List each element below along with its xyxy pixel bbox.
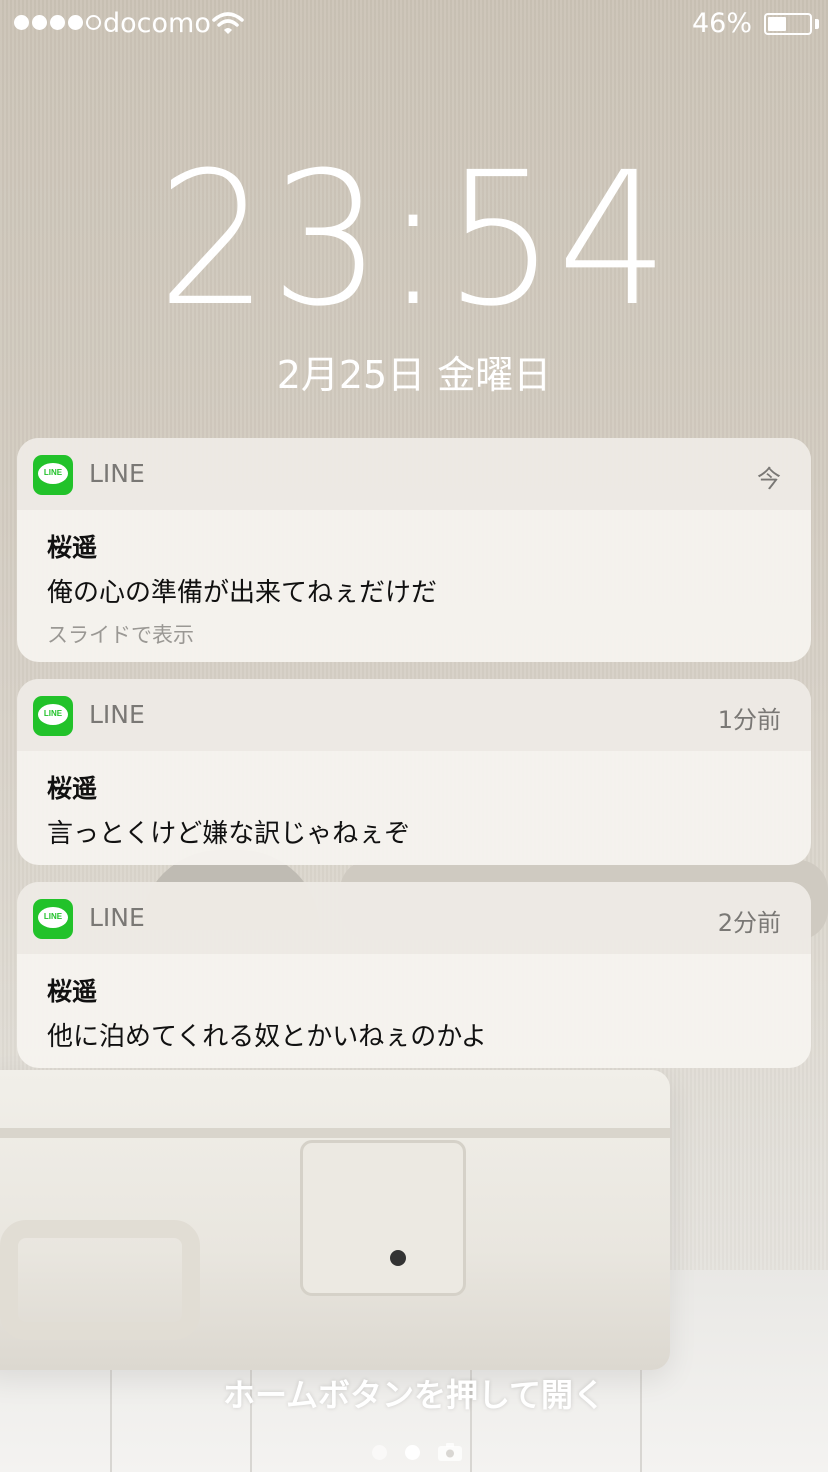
carrier-name: docomo — [103, 8, 211, 39]
page-dot[interactable] — [372, 1444, 387, 1460]
lock-time: 23:54 — [157, 133, 671, 347]
notification-header: LINE LINE 1分前 — [17, 679, 811, 751]
notification-app-name: LINE — [89, 459, 145, 488]
notification-sender: 桜遥 — [47, 977, 98, 1006]
battery-cap — [815, 19, 819, 29]
camera-icon[interactable] — [438, 1443, 462, 1461]
notification-time: 1分前 — [717, 706, 781, 734]
notification-message: 他に泊めてくれる奴とかいねぇのかよ — [47, 1022, 487, 1052]
wallpaper-suitcase — [0, 1070, 670, 1370]
page-dot-active[interactable] — [405, 1444, 420, 1460]
line-app-icon: LINE — [33, 899, 73, 939]
wifi-icon — [212, 12, 244, 34]
notification-time: 2分前 — [717, 909, 781, 937]
battery-percent: 46% — [691, 8, 752, 39]
notification-card[interactable]: LINE LINE 2分前 桜遥 他に泊めてくれる奴とかいねぇのかよ — [17, 882, 811, 1068]
notification-message: 俺の心の準備が出来てねぇだけだ — [47, 578, 438, 608]
notification-sender: 桜遥 — [47, 774, 98, 803]
notification-time: 今 — [757, 465, 781, 493]
battery-icon — [764, 13, 812, 35]
notification-message: 言っとくけど嫌な訳じゃねぇぞ — [47, 819, 411, 849]
line-app-icon: LINE — [33, 696, 73, 736]
notification-header: LINE LINE 今 — [17, 438, 811, 510]
home-button-unlock-hint: ホームボタンを押して開く — [222, 1376, 606, 1414]
line-app-icon: LINE — [33, 455, 73, 495]
notification-header: LINE LINE 2分前 — [17, 882, 811, 954]
notification-app-name: LINE — [89, 903, 145, 932]
notification-sender: 桜遥 — [47, 533, 98, 562]
slide-to-view-hint: スライドで表示 — [47, 623, 194, 647]
notification-card[interactable]: LINE LINE 1分前 桜遥 言っとくけど嫌な訳じゃねぇぞ — [17, 679, 811, 865]
notification-app-name: LINE — [89, 700, 145, 729]
lock-date: 2月25日 金曜日 — [276, 353, 552, 397]
status-bar: docomo 46% — [0, 0, 828, 50]
page-indicator[interactable] — [372, 1443, 462, 1461]
notification-card[interactable]: LINE LINE 今 桜遥 俺の心の準備が出来てねぇだけだ スライドで表示 — [17, 438, 811, 662]
signal-strength-icon — [14, 15, 101, 30]
